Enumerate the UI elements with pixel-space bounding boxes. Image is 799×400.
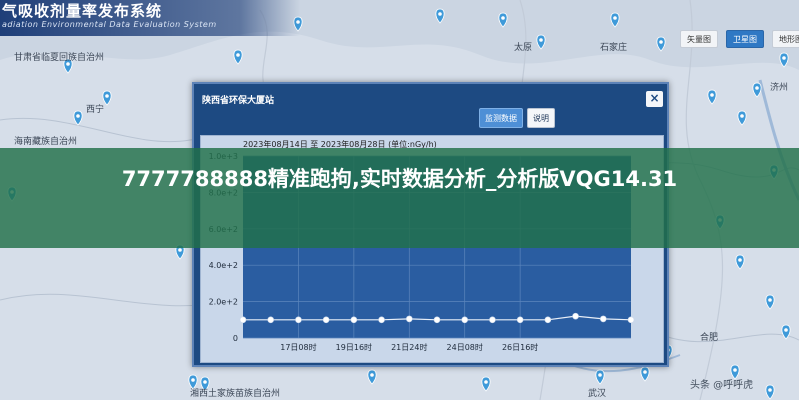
data-point bbox=[433, 316, 441, 324]
explain-button[interactable]: 说明 bbox=[527, 108, 555, 128]
map-label: 石家庄 bbox=[600, 43, 628, 53]
data-point bbox=[378, 316, 385, 324]
station-marker-icon[interactable] bbox=[752, 82, 762, 98]
station-marker-icon[interactable] bbox=[610, 12, 620, 28]
data-point bbox=[239, 316, 247, 324]
map-label: 武汉 bbox=[588, 389, 607, 399]
station-marker-icon[interactable] bbox=[656, 36, 666, 52]
station-marker-icon[interactable] bbox=[707, 89, 717, 105]
station-marker-icon[interactable] bbox=[481, 376, 491, 392]
x-tick-label: 19日16时 bbox=[336, 342, 372, 352]
tab-terrain-map[interactable]: 地形图 bbox=[772, 30, 799, 48]
data-point bbox=[599, 315, 607, 323]
station-marker-icon[interactable] bbox=[765, 384, 775, 400]
close-icon[interactable]: × bbox=[646, 91, 663, 107]
data-point bbox=[461, 316, 469, 324]
station-marker-icon[interactable] bbox=[102, 90, 112, 106]
system-header: 气吸收剂量率发布系统 adiation Environmental Data E… bbox=[0, 0, 300, 36]
map-label: 西宁 bbox=[86, 105, 105, 115]
map-label: 合肥 bbox=[700, 333, 719, 343]
data-point bbox=[516, 316, 524, 324]
system-subtitle: adiation Environmental Data Evaluation S… bbox=[2, 20, 217, 29]
station-marker-icon[interactable] bbox=[779, 52, 789, 68]
dialog-title: 陕西省环保大厦站 bbox=[202, 96, 275, 106]
station-marker-icon[interactable] bbox=[498, 12, 508, 28]
data-point bbox=[627, 316, 635, 324]
map-type-tabs: 矢量图 卫星图 地形图 bbox=[680, 30, 799, 48]
station-marker-icon[interactable] bbox=[781, 324, 791, 340]
map-label: 湘西土家族苗族自治州 bbox=[190, 389, 281, 399]
map-label: 太原 bbox=[514, 43, 533, 53]
station-marker-icon[interactable] bbox=[765, 294, 775, 310]
data-point bbox=[405, 315, 413, 323]
x-tick-label: 21日24时 bbox=[391, 342, 427, 352]
y-tick-label: 4.0e+2 bbox=[209, 261, 238, 270]
data-point bbox=[295, 316, 302, 324]
station-marker-icon[interactable] bbox=[73, 110, 83, 126]
station-marker-icon[interactable] bbox=[435, 8, 445, 24]
station-marker-icon[interactable] bbox=[595, 369, 605, 385]
data-point bbox=[544, 316, 552, 324]
y-tick-label: 0 bbox=[233, 334, 238, 343]
station-marker-icon[interactable] bbox=[367, 369, 377, 385]
map-label: 海南藏族自治州 bbox=[14, 137, 78, 147]
station-marker-icon[interactable] bbox=[737, 110, 747, 126]
map-label: 济州 bbox=[770, 83, 789, 93]
station-marker-icon[interactable] bbox=[233, 49, 243, 65]
x-tick-label: 17日08时 bbox=[280, 342, 316, 352]
station-marker-icon[interactable] bbox=[735, 254, 745, 270]
data-point bbox=[322, 316, 330, 324]
data-point bbox=[489, 316, 496, 324]
x-tick-label: 24日08时 bbox=[447, 342, 483, 352]
data-point bbox=[572, 312, 579, 320]
data-point bbox=[350, 316, 358, 324]
system-title: 气吸收剂量率发布系统 bbox=[2, 2, 163, 20]
y-tick-label: 2.0e+2 bbox=[209, 298, 238, 307]
station-marker-icon[interactable] bbox=[536, 34, 546, 50]
monitor-data-button[interactable]: 监测数据 bbox=[479, 108, 523, 128]
data-point bbox=[267, 316, 275, 324]
banner-text: 7777788888精准跑拘,实时数据分析_分析版VQG14.31 bbox=[121, 167, 678, 191]
x-tick-label: 26日16时 bbox=[502, 342, 538, 352]
map-label: 甘肃省临夏回族自治州 bbox=[14, 53, 105, 63]
tab-satellite-map[interactable]: 卫星图 bbox=[726, 30, 764, 48]
tab-vector-map[interactable]: 矢量图 bbox=[680, 30, 718, 48]
watermark: 头条 @呼呼虎 bbox=[690, 380, 754, 391]
station-marker-icon[interactable] bbox=[640, 366, 650, 382]
